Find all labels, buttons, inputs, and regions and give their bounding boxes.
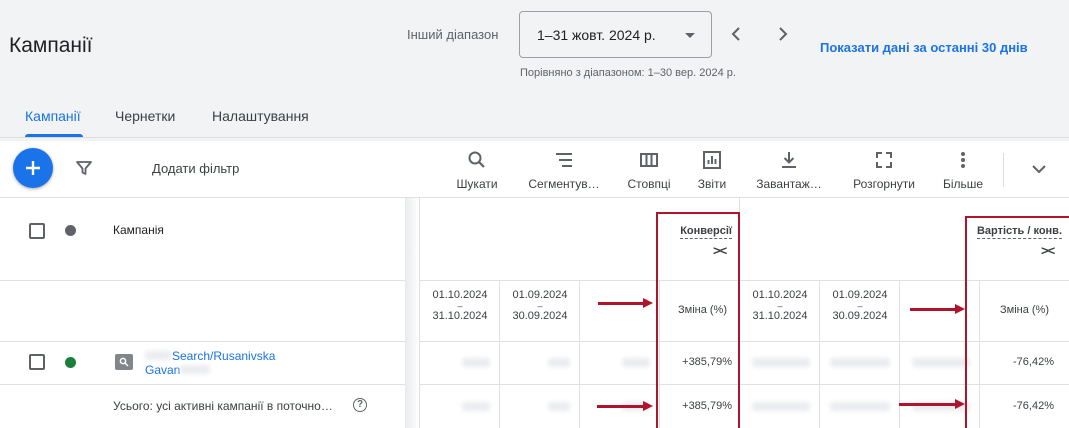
add-filter-button[interactable]: Додати фільтр (152, 161, 239, 176)
chevron-down-icon (1032, 165, 1046, 174)
blurred-value (830, 402, 890, 411)
date-start: 01.09.2024 (512, 289, 568, 301)
campaigns-table: Кампанія Конверсії >< Вартість / конв. >… (0, 198, 1069, 428)
status-column-dot (65, 225, 76, 236)
date-range-select[interactable]: 1–31 жовт. 2024 р. (519, 11, 712, 58)
add-campaign-button[interactable] (13, 148, 53, 188)
blurred-value (752, 402, 810, 411)
date-start: 01.09.2024 (832, 289, 888, 301)
date-range-label: Інший діапазон (407, 27, 499, 42)
header-row-divider (0, 280, 1069, 281)
segment-tool-button[interactable]: Сегментув… (524, 150, 604, 191)
help-icon[interactable]: ? (353, 398, 367, 412)
annotation-highlight-box (656, 212, 740, 428)
fullscreen-tool-button[interactable]: Розгорнути (844, 150, 924, 191)
date-end: 30.09.2024 (512, 310, 568, 322)
blurred-value (622, 358, 650, 367)
total-row-label: Усього: усі активні кампанії в поточно… (113, 399, 333, 413)
blurred-value (752, 358, 810, 367)
search-icon (467, 150, 487, 170)
blurred-value (548, 402, 570, 411)
date-start: 01.10.2024 (432, 289, 488, 301)
date-range-value: 1–31 жовт. 2024 р. (537, 27, 656, 43)
more-tool-button[interactable]: Більше (923, 150, 1003, 191)
tab-settings[interactable]: Налаштування (212, 108, 309, 124)
subheader-row-divider (0, 341, 1069, 342)
annotation-arrow (598, 298, 653, 308)
blurred-value (462, 402, 490, 411)
tab-drafts[interactable]: Чернетки (115, 108, 175, 124)
tab-campaigns[interactable]: Кампанії (25, 108, 81, 124)
blurred-value (912, 358, 970, 367)
date-start: 01.10.2024 (752, 289, 808, 301)
reports-tool-button[interactable]: Звіти (672, 150, 752, 191)
show-last-30-days-link[interactable]: Показати дані за останні 30 днів (820, 40, 1028, 55)
toolbar-separator (1003, 153, 1004, 187)
date-end: 31.10.2024 (752, 310, 808, 322)
date-current-header: 01.10.2024 – 31.10.2024 (420, 290, 500, 322)
previous-range-button[interactable] (724, 22, 748, 46)
search-campaign-icon (115, 354, 133, 370)
campaign-name-link[interactable]: Search/Rusanivska Gavan (145, 349, 285, 377)
search-tool-button[interactable]: Шукати (437, 150, 517, 191)
frozen-column-shadow (405, 198, 419, 428)
download-tool-button[interactable]: Завантаж… (749, 150, 829, 191)
download-tool-label: Завантаж… (756, 177, 822, 191)
next-range-button[interactable] (771, 22, 795, 46)
dropdown-caret-icon (685, 33, 695, 38)
compare-range-note: Порівняно з діапазоном: 1–30 вер. 2024 р… (520, 67, 736, 79)
search-tool-label: Шукати (456, 177, 498, 191)
download-icon (779, 150, 799, 170)
fullscreen-icon (874, 150, 894, 170)
more-tool-label: Більше (942, 177, 984, 191)
date-end: 30.09.2024 (832, 310, 888, 322)
reports-icon (702, 150, 722, 170)
reports-tool-label: Звіти (697, 177, 727, 191)
row-checkbox[interactable] (29, 354, 45, 370)
chevron-left-icon (731, 27, 740, 41)
annotation-arrow (899, 399, 965, 409)
date-end: 31.10.2024 (432, 310, 488, 322)
tabs-divider (0, 137, 1069, 138)
row-divider (0, 384, 1069, 385)
columns-tool-label: Стовпці (627, 177, 671, 191)
more-vert-icon (953, 150, 973, 170)
blurred-value (462, 358, 490, 367)
blurred-value (830, 358, 890, 367)
filter-icon[interactable] (75, 159, 93, 182)
plus-icon (26, 161, 40, 175)
fullscreen-tool-label: Розгорнути (853, 177, 915, 191)
segment-tool-label: Сегментув… (528, 177, 600, 191)
blurred-value (548, 358, 570, 367)
date-current-header: 01.10.2024 – 31.10.2024 (740, 290, 820, 322)
annotation-arrow (597, 401, 653, 411)
annotation-highlight-box (965, 216, 1069, 428)
page-title: Кампанії (9, 34, 93, 57)
toolbar-expand-button[interactable] (1030, 160, 1048, 183)
redacted-text (180, 365, 210, 374)
date-previous-header: 01.09.2024 – 30.09.2024 (820, 290, 900, 322)
status-enabled-dot (65, 357, 76, 368)
date-previous-header: 01.09.2024 – 30.09.2024 (500, 290, 580, 322)
segment-icon (554, 150, 574, 170)
select-all-checkbox[interactable] (29, 223, 45, 239)
annotation-arrow (910, 304, 965, 314)
chevron-right-icon (779, 27, 788, 41)
campaign-column-header[interactable]: Кампанія (113, 223, 164, 237)
columns-icon (639, 150, 659, 170)
